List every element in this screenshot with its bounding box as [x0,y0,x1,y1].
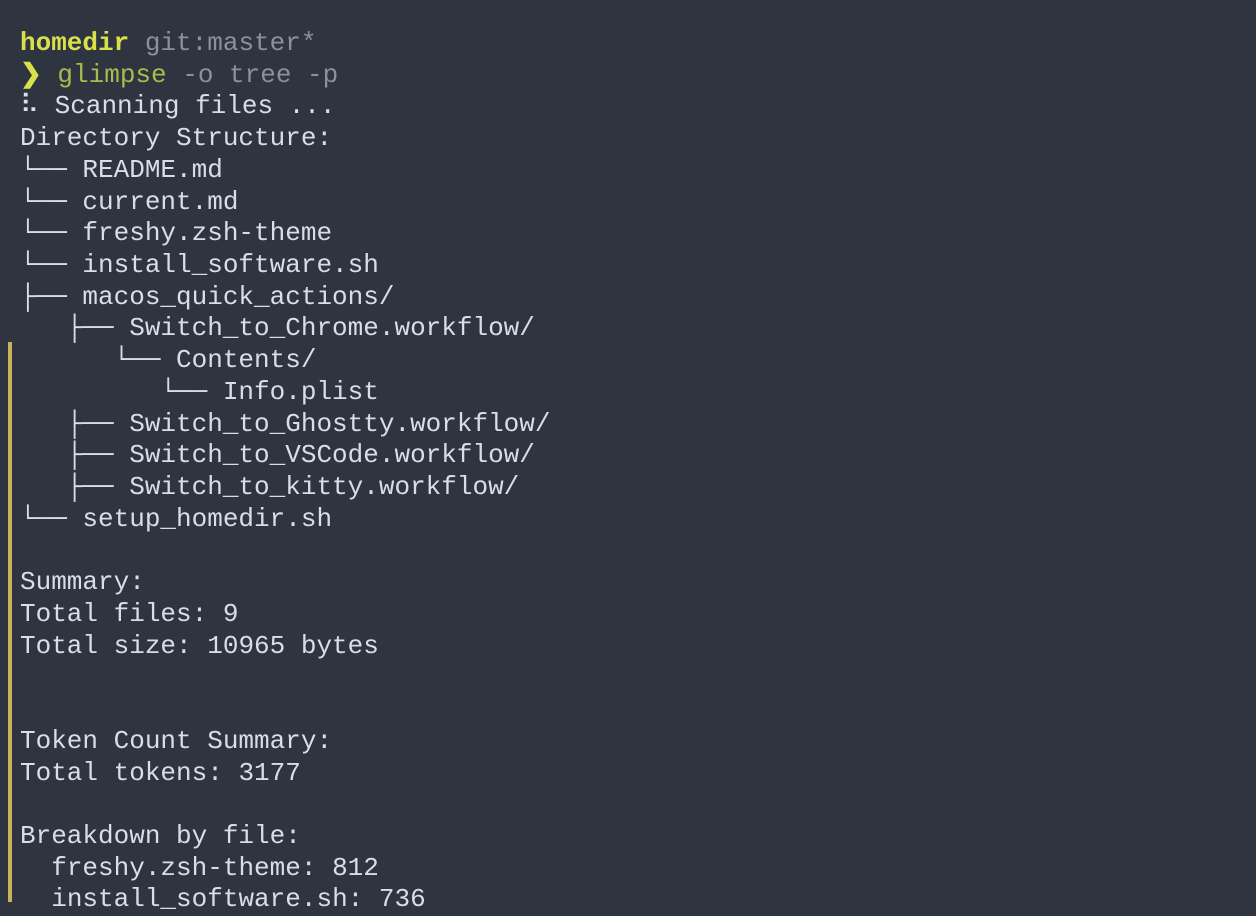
summary-size: Total size: 10965 bytes [20,631,1256,663]
breakdown-file-value: 812 [332,853,379,883]
tree-line: └── Info.plist [20,377,1256,409]
scanning-text: Scanning files ... [39,91,335,121]
summary-size-label: Total size: [20,631,207,661]
summary-files-label: Total files: [20,599,223,629]
prompt-git-prefix: git [129,28,191,58]
summary-files-value: 9 [223,599,239,629]
tree-line: ├── Switch_to_kitty.workflow/ [20,472,1256,504]
command-name: glimpse [57,60,166,90]
prompt-git-dirty: * [301,28,317,58]
prompt-git-colon: : [192,28,208,58]
spinner-icon: ⠧ [20,91,39,121]
blank-line [20,662,1256,694]
tree-line: ├── Switch_to_Chrome.workflow/ [20,313,1256,345]
scanning-line: ⠧ Scanning files ... [20,91,1256,123]
tree-line: └── current.md [20,187,1256,219]
prompt-line-2: ❯ glimpse -o tree -p [20,60,1256,92]
blank-line [20,789,1256,821]
tokens-header: Token Count Summary: [20,726,1256,758]
breakdown-item: freshy.zsh-theme: 812 [20,853,1256,885]
blank-line [20,694,1256,726]
prompt-directory: homedir [20,28,129,58]
tree-line: └── Contents/ [20,345,1256,377]
breakdown-file-name: install_software.sh [51,884,347,914]
blank-line [20,536,1256,568]
breakdown-item: install_software.sh: 736 [20,884,1256,916]
breakdown-header: Breakdown by file: [20,821,1256,853]
tree-line: ├── macos_quick_actions/ [20,282,1256,314]
prompt-git-branch: master [207,28,301,58]
breakdown-file-name: freshy.zsh-theme [51,853,301,883]
summary-header: Summary: [20,567,1256,599]
tree-line: └── freshy.zsh-theme [20,218,1256,250]
tree-line: └── setup_homedir.sh [20,504,1256,536]
terminal-output[interactable]: homedir git:master* ❯ glimpse -o tree -p… [0,0,1256,916]
tree-line: ├── Switch_to_VSCode.workflow/ [20,440,1256,472]
tree-header: Directory Structure: [20,123,1256,155]
tree-line: └── install_software.sh [20,250,1256,282]
tree-line: ├── Switch_to_Ghostty.workflow/ [20,409,1256,441]
command-args: -o tree -p [167,60,339,90]
tree-line: └── README.md [20,155,1256,187]
prompt-line-1: homedir git:master* [20,28,1256,60]
tokens-total: Total tokens: 3177 [20,758,1256,790]
breakdown-file-value: 736 [379,884,426,914]
summary-files: Total files: 9 [20,599,1256,631]
tokens-total-label: Total tokens: [20,758,238,788]
summary-size-value: 10965 bytes [207,631,379,661]
tokens-total-value: 3177 [238,758,300,788]
prompt-arrow-icon: ❯ [20,60,42,90]
